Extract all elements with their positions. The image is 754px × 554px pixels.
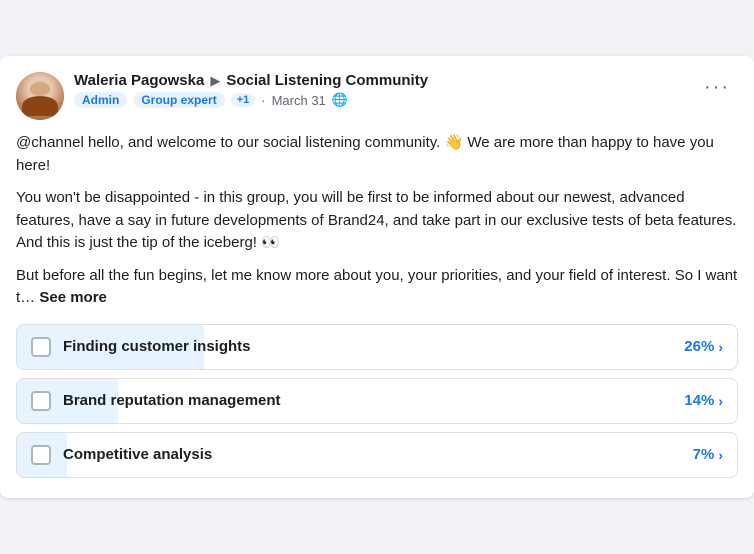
badge-expert: Group expert	[133, 92, 224, 108]
user-name-row: Waleria Pagowska ▶ Social Listening Comm…	[74, 72, 428, 89]
poll-pct-1: 26% ›	[684, 338, 723, 355]
chevron-right-icon-3: ›	[718, 447, 723, 463]
avatar	[16, 72, 64, 120]
post-paragraph-3: But before all the fun begins, let me kn…	[16, 265, 738, 310]
see-more-button[interactable]: See more	[39, 289, 107, 306]
poll-label-2: Brand reputation management	[63, 392, 684, 409]
header-left: Waleria Pagowska ▶ Social Listening Comm…	[16, 72, 428, 120]
chevron-right-icon-1: ›	[718, 339, 723, 355]
poll-label-3: Competitive analysis	[63, 446, 693, 463]
more-options-button[interactable]: ···	[696, 72, 738, 103]
badge-plus: +1	[231, 93, 256, 107]
poll-checkbox-3[interactable]	[31, 445, 51, 465]
poll-checkbox-2[interactable]	[31, 391, 51, 411]
community-name: Social Listening Community	[226, 72, 428, 89]
poll-option-2[interactable]: Brand reputation management 14% ›	[16, 378, 738, 424]
separator-dot: ·	[261, 93, 265, 108]
badges-row: Admin Group expert +1 · March 31 🌐	[74, 92, 428, 108]
chevron-right-icon-2: ›	[718, 393, 723, 409]
poll-option-1[interactable]: Finding customer insights 26% ›	[16, 324, 738, 370]
poll-container: Finding customer insights 26% › Brand re…	[16, 324, 738, 478]
globe-icon: 🌐	[332, 92, 348, 108]
user-name: Waleria Pagowska	[74, 72, 204, 89]
badge-admin: Admin	[74, 92, 127, 108]
user-info: Waleria Pagowska ▶ Social Listening Comm…	[74, 72, 428, 108]
poll-checkbox-1[interactable]	[31, 337, 51, 357]
poll-pct-2: 14% ›	[684, 392, 723, 409]
post-timestamp: March 31	[272, 93, 326, 108]
post-paragraph-2: You won't be disappointed - in this grou…	[16, 187, 738, 255]
post-body: @channel hello, and welcome to our socia…	[16, 132, 738, 310]
poll-pct-3: 7% ›	[693, 446, 723, 463]
post-card: Waleria Pagowska ▶ Social Listening Comm…	[0, 56, 754, 498]
poll-label-1: Finding customer insights	[63, 338, 684, 355]
post-paragraph-1: @channel hello, and welcome to our socia…	[16, 132, 738, 177]
poll-option-3[interactable]: Competitive analysis 7% ›	[16, 432, 738, 478]
arrow-icon: ▶	[210, 73, 220, 89]
post-header: Waleria Pagowska ▶ Social Listening Comm…	[16, 72, 738, 120]
